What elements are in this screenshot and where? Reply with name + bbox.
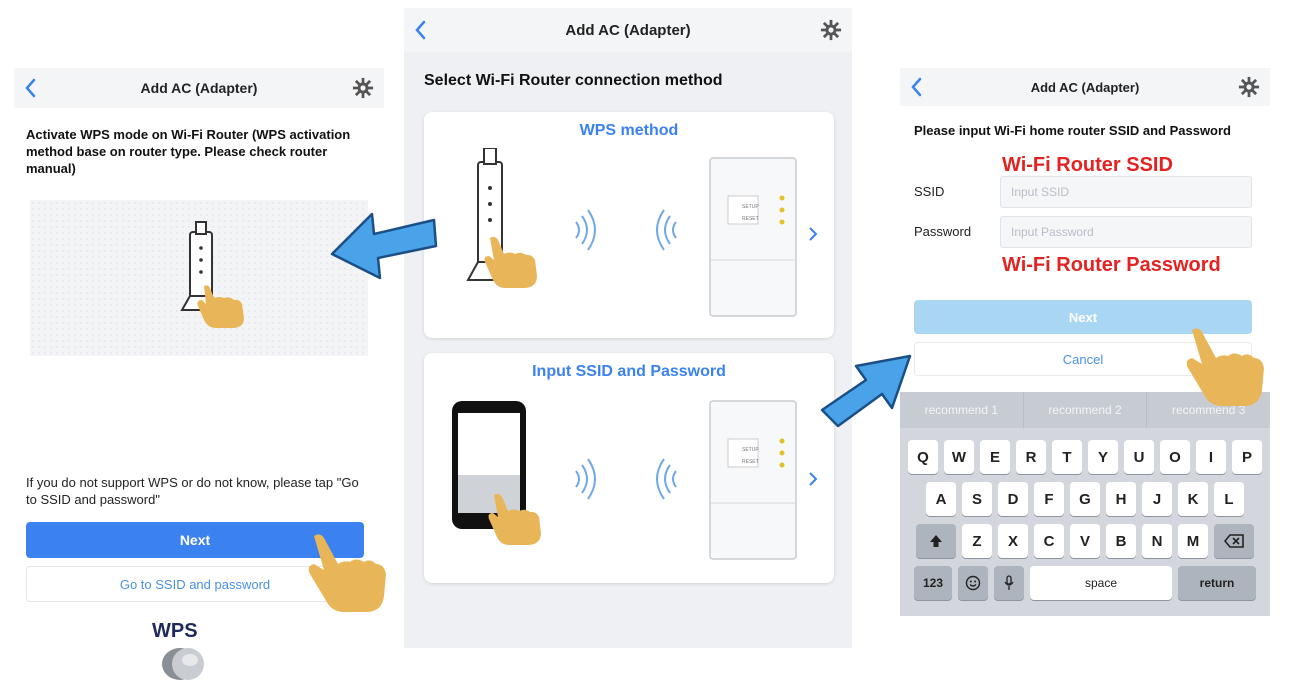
ssid-input[interactable] [1000,176,1252,208]
key[interactable]: V [1070,524,1100,558]
key[interactable]: W [944,440,974,474]
wps-button-label: WPS [152,620,198,642]
key[interactable]: P [1232,440,1262,474]
arrow-icon [330,212,438,280]
gear-icon[interactable] [820,19,842,41]
ssid-prompt: Please input Wi-Fi home router SSID and … [914,123,1231,138]
key[interactable]: A [926,482,956,516]
wps-fallback-note: If you do not support WPS or do not know… [26,475,359,507]
suggestion-item[interactable]: recommend 1 [900,392,1024,428]
key[interactable]: O [1160,440,1190,474]
key[interactable]: G [1070,482,1100,516]
ssid-input-screen: Add AC (Adapter) Please input Wi-Fi home… [900,68,1270,616]
emoji-icon[interactable] [958,566,988,600]
key[interactable]: C [1034,524,1064,558]
nav-bar: Add AC (Adapter) [404,8,852,52]
router-illustration [30,200,368,356]
key-row: Z X C V B N M [900,524,1270,558]
backspace-icon[interactable] [1214,524,1254,558]
key[interactable]: J [1142,482,1172,516]
key[interactable]: K [1178,482,1208,516]
space-key[interactable]: space [1030,566,1172,600]
back-chevron-icon[interactable] [412,18,430,42]
page-title: Add AC (Adapter) [1030,79,1140,95]
shift-icon[interactable] [916,524,956,558]
wifi-signal-icon [575,209,677,251]
gear-icon[interactable] [1238,76,1260,98]
nav-bar: Add AC (Adapter) [14,68,384,108]
password-label: Password [914,224,972,239]
key[interactable]: Q [908,440,938,474]
svg-text:SETUP: SETUP [742,447,759,453]
chevron-right-icon [809,227,818,241]
svg-text:RESET: RESET [742,459,759,465]
adapter-icon: SETUP RESET [709,157,797,317]
ssid-password-card[interactable]: Input SSID and Password SETUP RESET [424,353,834,583]
wps-hardware-button [162,648,204,680]
key[interactable]: H [1106,482,1136,516]
page-title: Add AC (Adapter) [140,80,258,96]
password-annotation: Wi-Fi Router Password [1002,254,1221,276]
arrow-icon [820,354,912,428]
numbers-key[interactable]: 123 [914,566,952,600]
wifi-signal-icon [575,458,677,500]
ssid-annotation: Wi-Fi Router SSID [1002,154,1173,176]
suggestion-item[interactable]: recommend 2 [1024,392,1148,428]
chevron-right-icon [809,472,818,486]
return-key[interactable]: return [1178,566,1256,600]
wps-screen: Add AC (Adapter) Activate WPS mode on Wi… [14,68,386,680]
on-screen-keyboard: recommend 1 recommend 2 recommend 3 Q W … [900,392,1270,616]
microphone-icon[interactable] [994,566,1024,600]
wps-method-illustration: SETUP RESET [424,148,834,338]
key[interactable]: T [1052,440,1082,474]
wps-instruction: Activate WPS mode on Wi-Fi Router (WPS a… [26,127,351,176]
key[interactable]: F [1034,482,1064,516]
wps-method-card[interactable]: WPS method SETUP RESET [424,112,834,338]
adapter-icon: SETUP RESET [709,400,797,560]
key[interactable]: E [980,440,1010,474]
ssid-label: SSID [914,184,945,199]
key[interactable]: U [1124,440,1154,474]
ssid-method-illustration: SETUP RESET [424,389,834,583]
key[interactable]: Y [1088,440,1118,474]
router-icon [180,221,222,311]
svg-text:SETUP: SETUP [742,204,759,210]
gear-icon[interactable] [352,77,374,99]
key[interactable]: I [1196,440,1226,474]
key[interactable]: X [998,524,1028,558]
key-row: Q W E R T Y U O I P [900,440,1270,474]
page-title: Add AC (Adapter) [565,21,691,39]
back-chevron-icon[interactable] [22,76,40,100]
key-row: A S D F G H J K L [900,482,1270,516]
hand-pointer-icon [1186,328,1264,406]
nav-bar: Add AC (Adapter) [900,68,1270,106]
connection-method-screen: Add AC (Adapter) Select Wi-Fi Router con… [404,8,852,648]
password-input[interactable] [1000,216,1252,248]
hand-pointer-icon [308,534,386,612]
card-title: WPS method [579,122,679,139]
key[interactable]: S [962,482,992,516]
key-row: 123 space return [900,566,1270,600]
key[interactable]: B [1106,524,1136,558]
key[interactable]: L [1214,482,1244,516]
section-title: Select Wi-Fi Router connection method [424,72,723,89]
key[interactable]: N [1142,524,1172,558]
key[interactable]: D [998,482,1028,516]
key[interactable]: R [1016,440,1046,474]
key[interactable]: Z [962,524,992,558]
card-title: Input SSID and Password [532,363,726,380]
back-chevron-icon[interactable] [908,75,926,99]
svg-text:RESET: RESET [742,216,759,222]
key[interactable]: M [1178,524,1208,558]
